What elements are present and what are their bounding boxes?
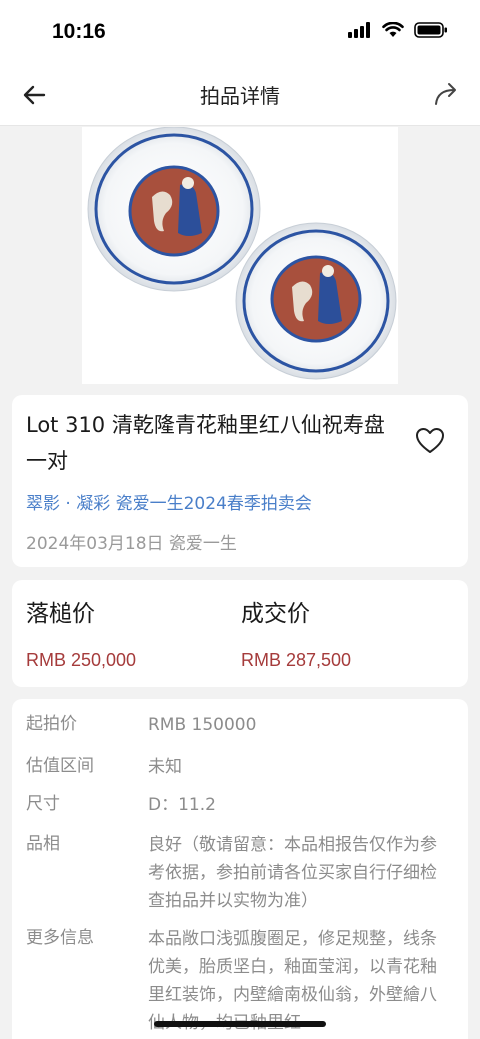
deal-price-value: RMB 287,500 <box>241 650 352 670</box>
home-indicator <box>154 1021 326 1027</box>
info-key: 更多信息 <box>26 928 94 948</box>
lot-photo[interactable] <box>82 126 398 384</box>
favorite-heart-icon[interactable] <box>414 425 446 457</box>
status-time: 10:16 <box>52 20 106 43</box>
info-key: 品相 <box>26 834 60 854</box>
lot-title-card: Lot 310 清乾隆青花釉里红八仙祝寿盘一对 翠影 · 凝彩 瓷爱一生2024… <box>12 395 468 567</box>
nav-bar: 拍品详情 <box>0 62 480 126</box>
info-key: 尺寸 <box>26 794 60 814</box>
price-card: 落槌价 RMB 250,000 成交价 RMB 287,500 <box>12 580 468 687</box>
info-value: RMB 150000 <box>148 715 257 735</box>
hammer-price-label: 落槌价 <box>26 601 95 627</box>
info-row-estimate: 估值区间 未知 <box>26 753 456 781</box>
share-icon[interactable] <box>430 78 462 110</box>
lot-title: Lot 310 清乾隆青花釉里红八仙祝寿盘一对 <box>26 413 385 473</box>
info-row-condition: 品相 良好（敬请留意：本品相报告仅作为参考依据，参拍前请各位买家自行仔细检查拍品… <box>26 831 456 915</box>
image-gallery[interactable] <box>0 126 480 479</box>
porcelain-plates-image <box>87 126 397 380</box>
deal-price-label: 成交价 <box>241 601 310 627</box>
deal-price-block: 成交价 RMB 287,500 <box>241 594 351 671</box>
info-key: 估值区间 <box>26 756 94 776</box>
lot-info-card: 起拍价 RMB 150000 估值区间 未知 尺寸 D：11.2 品相 良好（敬… <box>12 699 468 1039</box>
battery-icon <box>414 22 447 38</box>
info-row-start-price: 起拍价 RMB 150000 <box>26 711 456 739</box>
signal-icon <box>348 22 370 38</box>
status-icons <box>348 22 448 38</box>
wifi-icon <box>382 22 404 37</box>
info-value: D：11.2 <box>148 795 216 815</box>
hammer-price-value: RMB 250,000 <box>26 650 137 670</box>
info-key: 起拍价 <box>26 714 77 734</box>
info-row-size: 尺寸 D：11.2 <box>26 791 456 819</box>
info-value: 良好（敬请留意：本品相报告仅作为参考依据，参拍前请各位买家自行仔细检查拍品并以实… <box>148 835 437 911</box>
info-value: 未知 <box>148 757 182 777</box>
auction-name-link[interactable]: 翠影 · 凝彩 瓷爱一生2024春季拍卖会 <box>26 489 312 514</box>
auction-date: 2024年03月18日 瓷爱一生 <box>26 534 237 554</box>
status-bar: 10:16 <box>0 0 480 62</box>
hammer-price-block: 落槌价 RMB 250,000 <box>26 594 136 671</box>
page-title: 拍品详情 <box>200 84 280 108</box>
